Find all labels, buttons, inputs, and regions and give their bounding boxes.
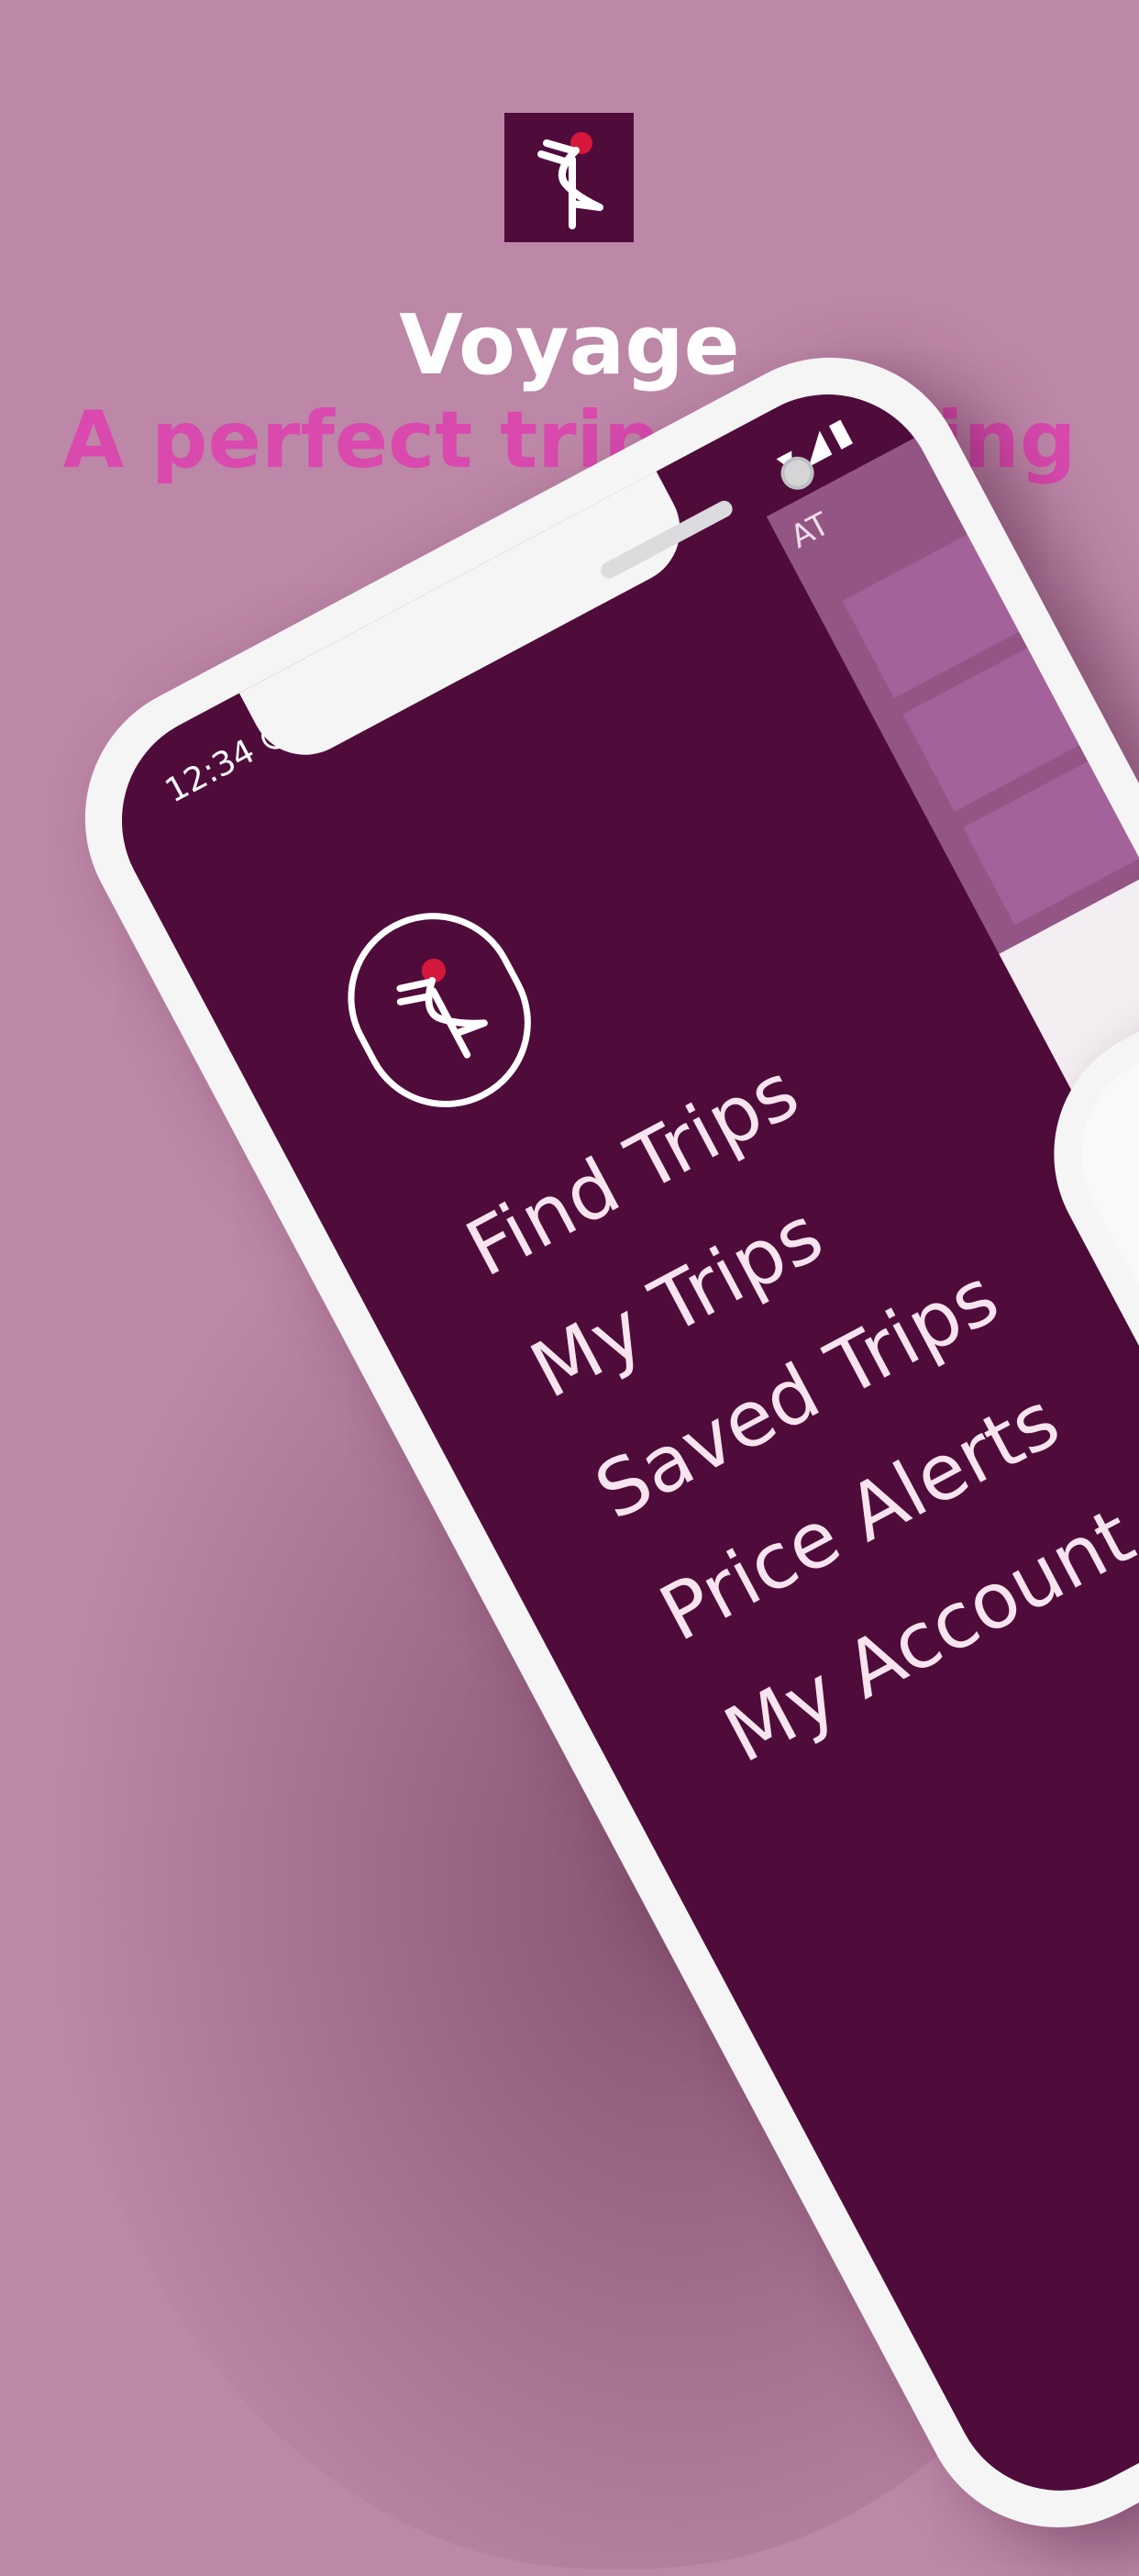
drawer-logo: [318, 883, 561, 1138]
app-logo: [504, 113, 634, 242]
crane-bird-icon: [395, 958, 488, 1059]
status-time: 12:34: [159, 732, 261, 811]
app-title: Voyage: [399, 297, 740, 394]
background-tab-label: AT: [784, 505, 836, 556]
crane-bird-icon: [536, 131, 603, 229]
